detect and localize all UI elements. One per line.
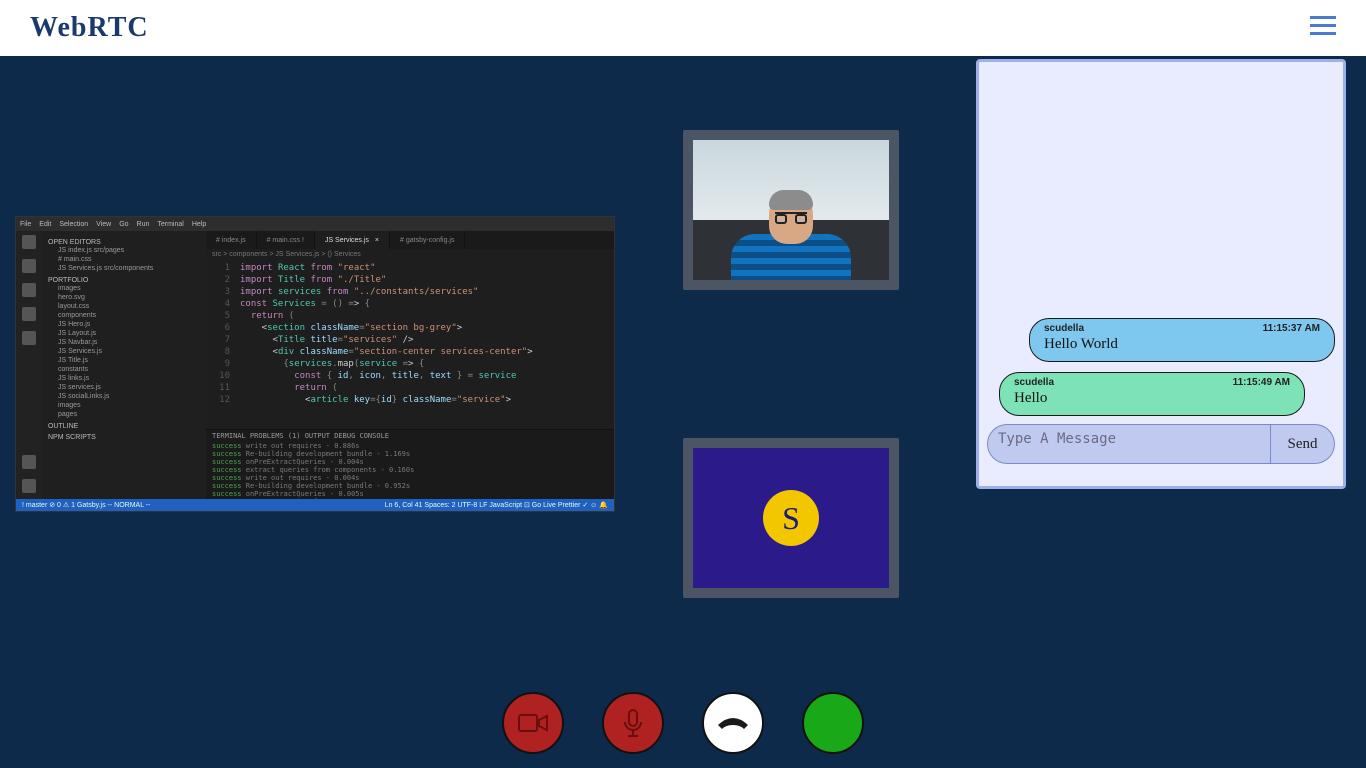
menu-selection[interactable]: Selection [59,221,88,228]
file-item[interactable]: layout.css [48,302,200,311]
file-item[interactable]: JS Hero.js [48,320,200,329]
message-sender: scudella [1014,377,1054,388]
extensions-icon[interactable] [22,331,36,345]
gear-icon[interactable] [22,479,36,493]
workspace-title: PORTFOLIO [48,277,200,284]
file-item[interactable]: images [48,401,200,410]
editor-sidebar: OPEN EDITORS JS index.js src/pages # mai… [42,231,206,499]
explorer-icon[interactable] [22,235,36,249]
app-header: WebRTC [0,0,1366,56]
menu-file[interactable]: File [20,221,31,228]
tab[interactable]: # index.js [206,231,257,249]
activity-bar [16,231,42,499]
account-icon[interactable] [22,455,36,469]
code-area[interactable]: 123456789101112 import React from "react… [206,260,614,429]
editor-tabs: # index.js # main.css ! JS Services.js× … [206,231,614,249]
main-area: File Edit Selection View Go Run Terminal… [0,56,1366,692]
message-time: 11:15:49 AM [1233,377,1290,388]
chat-input[interactable] [987,424,1271,464]
shared-screen-tile[interactable]: File Edit Selection View Go Run Terminal… [15,216,615,512]
file-item[interactable]: hero.svg [48,293,200,302]
file-item[interactable]: constants [48,365,200,374]
file-item[interactable]: JS links.js [48,374,200,383]
menu-terminal[interactable]: Terminal [157,221,183,228]
toggle-mic-button[interactable] [602,692,664,754]
file-item[interactable]: images [48,284,200,293]
open-editors-title: OPEN EDITORS [48,239,200,246]
chat-panel: scudella 11:15:37 AM Hello World scudell… [976,59,1346,489]
editor-menu-bar: File Edit Selection View Go Run Terminal… [16,217,614,231]
file-item[interactable]: JS services.js [48,383,200,392]
message-body: Hello [1014,390,1290,407]
remote-video-tile[interactable] [683,130,899,290]
camera-icon [518,712,548,734]
tab-active[interactable]: JS Services.js × [315,231,390,249]
camera-feed [693,140,889,280]
message-sender: scudella [1044,323,1084,334]
hangup-icon [716,715,750,731]
file-item[interactable]: JS socialLinks.js [48,392,200,401]
file-item[interactable]: JS Title.js [48,356,200,365]
tab-label: JS Services.js [325,237,369,244]
code-lines: import React from "react"import Title fr… [236,260,614,429]
send-button[interactable]: Send [1271,424,1335,464]
tab[interactable]: # main.css ! [257,231,315,249]
chat-messages[interactable]: scudella 11:15:37 AM Hello World scudell… [979,62,1343,424]
chat-message: scudella 11:15:37 AM Hello World [1029,318,1335,362]
editor-main: # index.js # main.css ! JS Services.js× … [206,231,614,499]
file-item[interactable]: pages [48,410,200,419]
hamburger-icon [1310,16,1336,36]
menu-go[interactable]: Go [119,221,128,228]
file-item[interactable]: JS Services.js [48,347,200,356]
menu-view[interactable]: View [96,221,111,228]
file-item[interactable]: JS Layout.js [48,329,200,338]
menu-button[interactable] [1310,16,1336,41]
avatar-background: S [693,448,889,588]
participant-avatar-tile[interactable]: S [683,438,899,598]
hangup-button[interactable] [702,692,764,754]
status-bar: ! master ⊘ 0 ⚠ 1 Gatsby.js -- NORMAL -- … [16,499,614,511]
close-icon[interactable]: × [375,237,379,244]
breadcrumb: src > components > JS Services.js > () S… [206,249,614,260]
message-time: 11:15:37 AM [1263,323,1320,334]
scm-icon[interactable] [22,283,36,297]
panel-tabs[interactable]: TERMINAL PROBLEMS (1) OUTPUT DEBUG CONSO… [212,432,608,440]
chat-input-row: Send [979,424,1343,486]
logo: WebRTC [30,12,149,44]
open-editor-item[interactable]: JS index.js src/pages [48,246,200,255]
line-numbers: 123456789101112 [206,260,236,429]
message-body: Hello World [1044,336,1320,353]
extra-button[interactable] [802,692,864,754]
file-item[interactable]: JS Navbar.js [48,338,200,347]
open-editor-item[interactable]: # main.css [48,255,200,264]
file-item[interactable]: components [48,311,200,320]
status-left: ! master ⊘ 0 ⚠ 1 Gatsby.js -- NORMAL -- [22,501,150,509]
tab[interactable]: # gatsby-config.js [390,231,465,249]
npm-title: NPM SCRIPTS [48,434,200,441]
menu-edit[interactable]: Edit [39,221,51,228]
debug-icon[interactable] [22,307,36,321]
toggle-camera-button[interactable] [502,692,564,754]
open-editor-item[interactable]: JS Services.js src/components [48,264,200,273]
status-right: Ln 6, Col 41 Spaces: 2 UTF-8 LF JavaScri… [385,501,608,509]
call-controls [0,692,1366,754]
avatar: S [763,490,819,546]
menu-run[interactable]: Run [137,221,150,228]
chat-message: scudella 11:15:49 AM Hello [999,372,1305,416]
terminal-output: success write out requires - 0.886ssucce… [212,442,608,499]
mic-icon [621,708,645,738]
search-icon[interactable] [22,259,36,273]
terminal-panel[interactable]: TERMINAL PROBLEMS (1) OUTPUT DEBUG CONSO… [206,429,614,499]
menu-help[interactable]: Help [192,221,206,228]
outline-title: OUTLINE [48,423,200,430]
